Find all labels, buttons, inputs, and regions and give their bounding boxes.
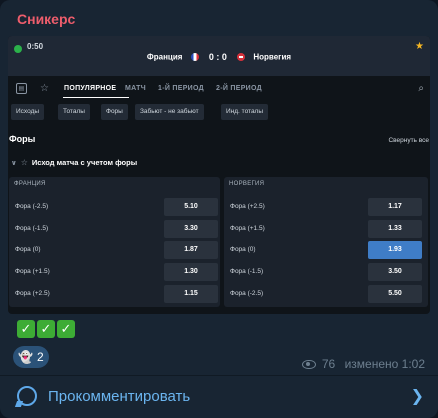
match-teams: Франция 0 : 0 Норвегия	[8, 52, 430, 62]
tab-match: МАТЧ	[125, 85, 146, 92]
chip-outcomes: Исходы	[11, 104, 45, 120]
odds-row: Фора (-1.5) 3.30	[9, 219, 220, 239]
star-outline-icon: ☆	[40, 83, 49, 94]
match-score: 0 : 0	[208, 52, 227, 62]
france-flag-icon	[190, 53, 199, 61]
ghost-emoji-icon: 👻	[18, 350, 33, 364]
match-time: 0:50	[27, 42, 44, 51]
odds-row: Фора (+1.5) 1.33	[224, 219, 428, 239]
odd-value: 1.17	[368, 198, 422, 216]
away-team: Норвегия	[253, 52, 292, 62]
odds-row: Фора (+2.5) 1.17	[224, 197, 428, 217]
comment-button[interactable]: Прокомментировать ❯	[0, 376, 438, 418]
odds-row: Фора (0) 1.87	[9, 240, 220, 260]
chip-ind-totals: Инд. тоталы	[221, 104, 269, 120]
message-bubble: Сникерс 0:50 Франция 0 : 0 Норвегия ★ ▤ …	[0, 0, 438, 418]
odd-value: 1.30	[164, 263, 218, 281]
chip-totals: Тоталы	[58, 104, 90, 120]
chip-handicaps: Форы	[101, 104, 128, 120]
odd-value: 1.33	[368, 220, 422, 238]
tab-period-2: 2-Й ПЕРИОД	[216, 85, 262, 92]
odd-value: 5.10	[164, 198, 218, 216]
handicap-label: Фора (+1.5)	[15, 268, 50, 275]
handicap-label: Фора (-2.5)	[230, 290, 264, 297]
norway-flag-icon	[237, 53, 246, 61]
checkmark-row: ✓ ✓ ✓	[17, 320, 77, 342]
section-title: Форы	[9, 134, 36, 144]
eye-icon	[301, 360, 316, 370]
collapse-all-link: Свернуть все	[388, 137, 429, 144]
screenshot-image[interactable]: 0:50 Франция 0 : 0 Норвегия ★ ▤ ☆ ПОПУЛЯ…	[8, 36, 430, 314]
market-tabs: ▤ ☆ ПОПУЛЯРНОЕ МАТЧ 1-Й ПЕРИОД 2-Й ПЕРИО…	[8, 80, 430, 98]
chip-both-score: Забьют - не забьют	[135, 104, 204, 120]
home-team: Франция	[146, 52, 183, 62]
odds-row: Фора (-2.5) 5.50	[224, 284, 428, 304]
star-outline-icon: ☆	[20, 158, 28, 167]
odd-value: 1.15	[164, 285, 218, 303]
column-header: НОРВЕГИЯ	[229, 181, 265, 187]
search-icon: ⌕	[418, 83, 424, 94]
checkmark-icon: ✓	[17, 320, 35, 338]
handicap-label: Фора (+2.5)	[15, 290, 50, 297]
market-title: Исход матча с учетом форы	[31, 158, 138, 167]
odds-row: Фора (+2.5) 1.15	[9, 284, 220, 304]
market-header: ∨ ☆ Исход матча с учетом форы	[11, 158, 137, 167]
view-count: 76	[321, 357, 336, 371]
active-tab-underline	[63, 97, 129, 98]
match-header: 0:50 Франция 0 : 0 Норвегия ★	[8, 36, 430, 76]
checkmark-icon: ✓	[57, 320, 75, 338]
message-meta: 76 изменено 1:02	[301, 357, 425, 371]
handicap-label: Фора (-1.5)	[15, 225, 49, 232]
handicap-label: Фора (+2.5)	[230, 203, 265, 210]
odds-column-norway: НОРВЕГИЯ Фора (+2.5) 1.17 Фора (+1.5) 1.…	[224, 177, 428, 307]
odds-row: Фора (+1.5) 1.30	[9, 262, 220, 282]
stats-icon: ▤	[16, 83, 27, 94]
chevron-right-icon: ❯	[410, 388, 424, 405]
handicap-label: Фора (-1.5)	[230, 268, 264, 275]
favorite-star-icon: ★	[415, 41, 424, 52]
handicap-label: Фора (0)	[15, 246, 41, 253]
comment-bubble-icon	[17, 386, 37, 406]
handicap-label: Фора (+1.5)	[230, 225, 265, 232]
odd-value: 1.87	[164, 241, 218, 259]
odds-column-france: ФРАНЦИЯ Фора (-2.5) 5.10 Фора (-1.5) 3.3…	[9, 177, 220, 307]
odd-value: 3.30	[164, 220, 218, 238]
edited-label: изменено	[344, 357, 399, 371]
handicap-label: Фора (-2.5)	[15, 203, 49, 210]
odds-row: Фора (-1.5) 3.50	[224, 262, 428, 282]
tab-popular: ПОПУЛЯРНОЕ	[64, 85, 117, 92]
column-header: ФРАНЦИЯ	[14, 181, 46, 187]
sender-name[interactable]: Сникерс	[17, 11, 75, 27]
chevron-down-icon: ∨	[11, 160, 17, 167]
odd-value: 3.50	[368, 263, 422, 281]
tab-period-1: 1-Й ПЕРИОД	[158, 85, 204, 92]
reaction-count: 2	[37, 350, 44, 364]
reaction-ghost[interactable]: 👻 2	[13, 346, 49, 368]
message-time: 1:02	[401, 357, 425, 371]
odds-row: Фора (0) 1.93	[224, 240, 428, 260]
odds-row: Фора (-2.5) 5.10	[9, 197, 220, 217]
checkmark-icon: ✓	[37, 320, 55, 338]
comment-label: Прокомментировать	[48, 388, 191, 405]
selected-odd-value: 1.93	[368, 241, 422, 259]
odd-value: 5.50	[368, 285, 422, 303]
handicap-label: Фора (0)	[230, 246, 256, 253]
